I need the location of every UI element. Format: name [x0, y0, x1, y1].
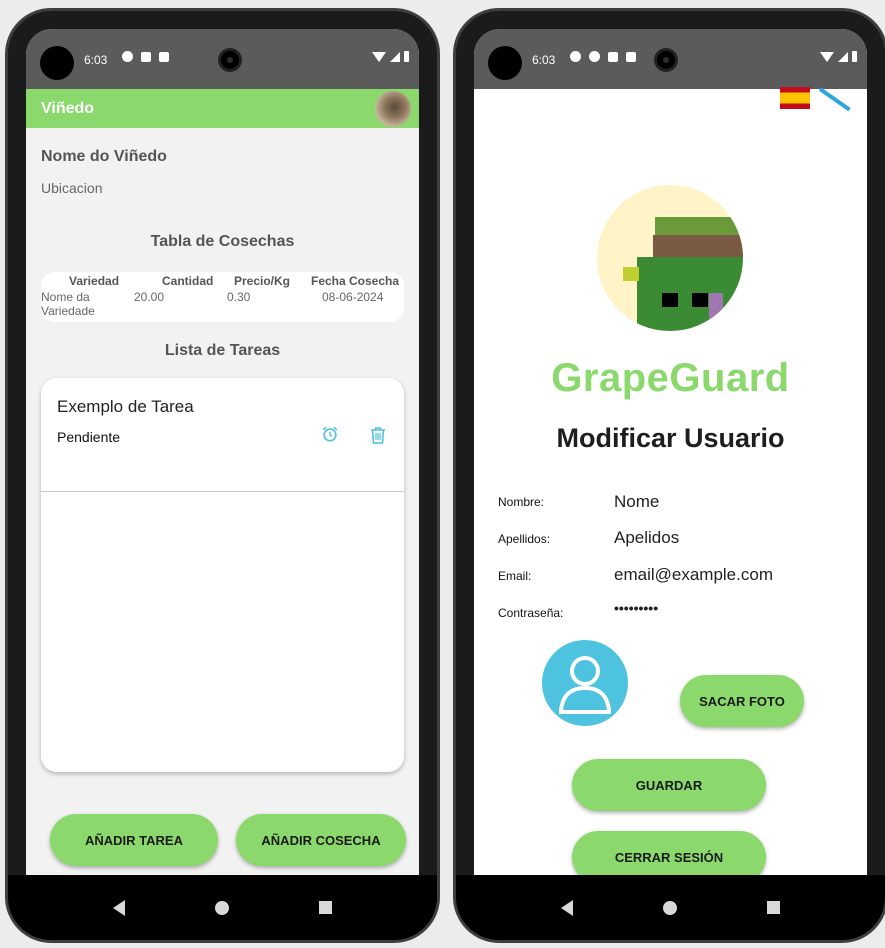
screen-vineyard: 6:03 Viñedo Nome do Viñedo Ubicacion Tab… — [26, 29, 419, 875]
punch-hole-camera — [488, 46, 522, 80]
list-divider — [41, 491, 404, 492]
task-status: Pendiente — [57, 429, 121, 445]
notification-icon — [141, 51, 151, 62]
edit-pencil-icon[interactable] — [818, 87, 851, 112]
cell-price: 0.30 — [227, 290, 251, 304]
password-field[interactable]: ••••••••• — [614, 600, 658, 616]
header-harvest-date: Fecha Cosecha — [311, 274, 400, 288]
harvest-table-title: Tabla de Cosechas — [150, 233, 295, 250]
front-camera — [654, 48, 678, 72]
punch-hole-camera — [40, 46, 74, 80]
header-price: Precio/Kg — [234, 274, 291, 288]
signal-icon — [838, 51, 848, 62]
recent-apps-icon[interactable] — [319, 901, 332, 914]
battery-icon — [852, 51, 857, 62]
surname-label: Apellidos: — [498, 532, 551, 546]
status-bar: 6:03 — [474, 29, 867, 89]
pixel-block — [709, 293, 723, 331]
status-bar: 6:03 — [26, 29, 419, 89]
pixel-block — [692, 293, 708, 307]
user-avatar[interactable] — [375, 90, 411, 127]
add-task-button[interactable]: AÑADIR TAREA — [50, 814, 218, 866]
screen-edit-user: 6:03 GrapeGuard Modificar Usuario Nombre… — [474, 29, 867, 875]
email-label: Email: — [498, 569, 532, 583]
email-field[interactable]: email@example.com — [614, 565, 773, 585]
status-icons-left — [570, 51, 636, 62]
home-icon[interactable] — [215, 900, 229, 915]
screenshot-stage: 6:03 Viñedo Nome do Viñedo Ubicacion Tab… — [0, 0, 885, 948]
vineyard-name: Nome do Viñedo — [41, 148, 167, 165]
harvest-table: Variedad Cantidad Precio/Kg Fecha Cosech… — [41, 272, 404, 322]
system-nav-bar — [8, 875, 437, 940]
app-icon — [608, 51, 618, 62]
user-icon — [559, 656, 611, 714]
sd-card-icon — [626, 51, 636, 62]
status-time: 6:03 — [84, 53, 108, 67]
profile-picture — [597, 185, 743, 331]
cell-variety: Nome da Variedade — [41, 290, 95, 318]
trash-icon[interactable] — [368, 425, 388, 445]
status-icons-right — [820, 51, 857, 62]
sd-card-icon — [159, 51, 169, 62]
recent-apps-icon[interactable] — [767, 901, 780, 914]
take-photo-button[interactable]: SACAR FOTO — [680, 675, 804, 727]
notification-icon — [589, 51, 600, 62]
add-harvest-button[interactable]: AÑADIR COSECHA — [236, 814, 406, 866]
cell-harvest-date: 08-06-2024 — [322, 290, 384, 304]
pixel-block — [623, 267, 639, 281]
front-camera — [218, 48, 242, 72]
wifi-icon — [820, 51, 834, 62]
spanish-flag-icon[interactable] — [780, 87, 810, 109]
signal-icon — [390, 51, 400, 62]
header-quantity: Cantidad — [162, 274, 214, 288]
alarm-icon[interactable] — [321, 425, 339, 443]
wifi-icon — [372, 51, 386, 62]
save-button[interactable]: GUARDAR — [572, 759, 766, 811]
battery-icon — [404, 51, 409, 62]
task-list: Exemplo de Tarea Pendiente — [41, 378, 404, 772]
surname-field[interactable]: Apelidos — [614, 528, 679, 548]
cell-quantity: 20.00 — [134, 290, 165, 304]
phone-right: 6:03 GrapeGuard Modificar Usuario Nombre… — [453, 8, 885, 943]
pixel-block — [637, 257, 743, 331]
app-bar-title: Viñedo — [41, 99, 95, 117]
task-title: Exemplo de Tarea — [57, 397, 194, 416]
home-icon[interactable] — [663, 900, 677, 915]
name-label: Nombre: — [498, 495, 545, 509]
logout-button[interactable]: CERRAR SESIÓN — [572, 831, 766, 875]
page-title: Modificar Usuario — [556, 423, 785, 453]
pixel-block — [653, 235, 743, 257]
settings-icon — [570, 51, 581, 62]
brand-logo-text: GrapeGuard — [551, 356, 790, 400]
app-bar: Viñedo — [26, 89, 419, 128]
header-variety: Variedad — [69, 274, 120, 288]
back-icon[interactable] — [561, 899, 573, 916]
task-list-title: Lista de Tareas — [164, 342, 281, 359]
status-time: 6:03 — [532, 53, 556, 67]
settings-icon — [122, 51, 133, 62]
status-icons-left — [122, 51, 169, 62]
system-nav-bar — [456, 875, 885, 940]
pixel-block — [662, 293, 678, 307]
vineyard-location: Ubicacion — [41, 180, 103, 196]
status-icons-right — [372, 51, 409, 62]
password-label: Contraseña: — [498, 606, 564, 620]
phone-left: 6:03 Viñedo Nome do Viñedo Ubicacion Tab… — [5, 8, 440, 943]
back-icon[interactable] — [113, 899, 125, 916]
avatar-placeholder — [542, 640, 628, 726]
name-field[interactable]: Nome — [614, 492, 659, 512]
